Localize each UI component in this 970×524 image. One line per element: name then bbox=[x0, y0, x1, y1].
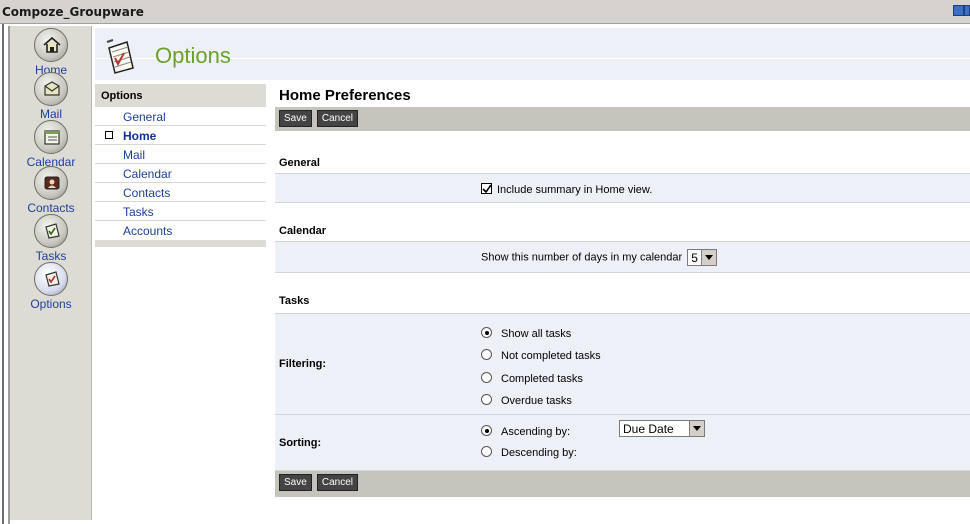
module-tasks[interactable]: Tasks bbox=[10, 214, 92, 263]
window-restore-icon[interactable] bbox=[953, 5, 964, 16]
frame-border bbox=[0, 24, 4, 524]
summary-checkbox[interactable] bbox=[481, 183, 492, 194]
filtering-label: Filtering: bbox=[279, 358, 327, 370]
sort-option: Ascending by: bbox=[481, 425, 570, 438]
filtering-row: Filtering: Show all tasks Not completed … bbox=[275, 313, 970, 415]
filter-option: Overdue tasks bbox=[481, 394, 572, 407]
options-nav-label: Calendar bbox=[123, 167, 172, 181]
filter-radio[interactable] bbox=[481, 394, 492, 405]
calendar-days-select[interactable]: 5 bbox=[687, 249, 718, 266]
options-header-icon bbox=[103, 38, 139, 76]
options-nav-heading: Options bbox=[95, 84, 266, 107]
tasks-icon bbox=[34, 214, 68, 248]
options-nav: Options General Home Mail Calendar Conta… bbox=[95, 84, 266, 247]
filter-option: Show all tasks bbox=[481, 327, 571, 340]
section-general-heading: General bbox=[279, 157, 320, 169]
filter-option: Not completed tasks bbox=[481, 349, 601, 362]
section-tasks-heading: Tasks bbox=[279, 295, 310, 307]
module-label: Mail bbox=[39, 107, 62, 121]
module-label: Tasks bbox=[35, 249, 67, 263]
calendar-icon bbox=[34, 120, 68, 154]
calendar-days-option: Show this number of days in my calendar … bbox=[481, 249, 718, 266]
filter-radio[interactable] bbox=[481, 349, 492, 360]
active-bullet-icon bbox=[105, 131, 113, 139]
module-contacts[interactable]: Contacts bbox=[10, 166, 92, 215]
calendar-days-value: 5 bbox=[691, 251, 698, 265]
options-nav-label: Contacts bbox=[123, 186, 171, 200]
filter-option-label: Not completed tasks bbox=[501, 350, 601, 362]
sort-option: Descending by: bbox=[481, 446, 577, 459]
save-button[interactable]: Save bbox=[279, 474, 312, 491]
calendar-row: Show this number of days in my calendar … bbox=[275, 241, 970, 273]
cancel-button[interactable]: Cancel bbox=[316, 474, 358, 491]
sort-field-value: Due Date bbox=[623, 422, 674, 436]
sort-radio[interactable] bbox=[481, 446, 492, 457]
section-calendar-heading: Calendar bbox=[279, 225, 327, 237]
filter-radio[interactable] bbox=[481, 327, 492, 338]
preferences-title: Home Preferences bbox=[279, 87, 411, 104]
filter-option-label: Show all tasks bbox=[501, 328, 572, 340]
module-calendar[interactable]: Calendar bbox=[10, 120, 92, 169]
options-nav-accounts[interactable]: Accounts bbox=[95, 221, 266, 240]
options-nav-label: General bbox=[123, 110, 166, 124]
options-nav-label: Accounts bbox=[123, 224, 173, 238]
sort-radio[interactable] bbox=[481, 425, 492, 436]
filter-option-label: Overdue tasks bbox=[501, 395, 572, 407]
top-toolbar: Save Cancel bbox=[275, 107, 970, 131]
filter-radio[interactable] bbox=[481, 372, 492, 383]
options-nav-mail[interactable]: Mail bbox=[95, 145, 266, 164]
options-nav-label: Home bbox=[123, 129, 157, 143]
summary-label: Include summary in Home view. bbox=[497, 184, 653, 196]
save-button[interactable]: Save bbox=[279, 110, 312, 127]
sorting-row: Sorting: Ascending by: Due Date Descendi… bbox=[275, 415, 970, 471]
window-titlebar: Compoze_Groupware bbox=[0, 0, 970, 24]
module-label: Contacts bbox=[27, 201, 75, 215]
options-nav-calendar[interactable]: Calendar bbox=[95, 164, 266, 183]
cancel-button[interactable]: Cancel bbox=[316, 110, 358, 127]
module-sidebar: Home Mail Calendar Contacts Tasks Option… bbox=[10, 26, 92, 520]
page-header: Options bbox=[95, 28, 970, 80]
contacts-icon bbox=[34, 166, 68, 200]
options-nav-home[interactable]: Home bbox=[95, 126, 266, 145]
options-nav-label: Tasks bbox=[123, 205, 154, 219]
options-nav-label: Mail bbox=[123, 148, 146, 162]
window-title: Compoze_Groupware bbox=[2, 5, 144, 19]
preferences-panel: Home Preferences Save Cancel General Inc… bbox=[275, 84, 970, 497]
options-nav-footer bbox=[95, 240, 266, 247]
options-nav-contacts[interactable]: Contacts bbox=[95, 183, 266, 202]
summary-option: Include summary in Home view. bbox=[481, 183, 652, 196]
module-home[interactable]: Home bbox=[10, 28, 92, 77]
home-icon bbox=[34, 28, 68, 62]
module-mail[interactable]: Mail bbox=[10, 72, 92, 121]
mail-icon bbox=[34, 72, 68, 106]
page-title: Options bbox=[155, 43, 231, 68]
filter-option: Completed tasks bbox=[481, 372, 583, 385]
options-nav-tasks[interactable]: Tasks bbox=[95, 202, 266, 221]
sort-ascending-label: Ascending by: bbox=[501, 426, 571, 438]
sort-field-select[interactable]: Due Date bbox=[619, 420, 705, 437]
module-options[interactable]: Options bbox=[10, 262, 92, 311]
window-maximize-icon[interactable] bbox=[964, 5, 970, 16]
calendar-days-label: Show this number of days in my calendar bbox=[481, 251, 683, 264]
general-row: Include summary in Home view. bbox=[275, 173, 970, 203]
chevron-down-icon[interactable] bbox=[689, 421, 704, 436]
chevron-down-icon[interactable] bbox=[701, 250, 717, 265]
options-nav-general[interactable]: General bbox=[95, 107, 266, 126]
bottom-toolbar: Save Cancel bbox=[275, 471, 970, 497]
options-icon bbox=[34, 262, 68, 296]
sorting-label: Sorting: bbox=[279, 437, 322, 449]
module-label: Options bbox=[30, 297, 72, 311]
filter-option-label: Completed tasks bbox=[501, 373, 583, 385]
sort-descending-label: Descending by: bbox=[501, 447, 577, 459]
